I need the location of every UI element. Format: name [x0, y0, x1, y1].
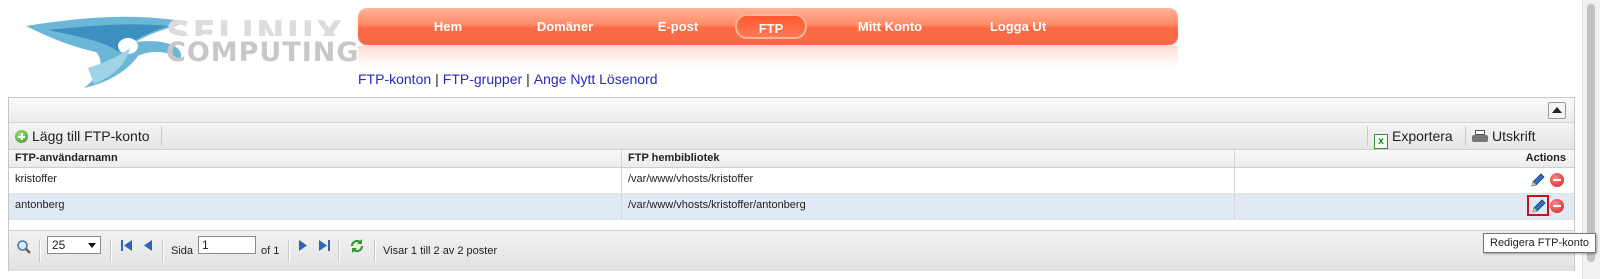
- excel-icon: x: [1374, 134, 1388, 149]
- print-label: Utskrift: [1492, 128, 1536, 144]
- export-button[interactable]: x Exportera: [1374, 126, 1453, 149]
- nav-item-logga-ut[interactable]: Logga Ut: [978, 8, 1058, 45]
- nav-item-epost[interactable]: E-post: [648, 8, 708, 45]
- nav-item-domaner[interactable]: Domäner: [525, 8, 605, 45]
- home-directory-cell: /var/www/vhosts/kristoffer/antonberg: [622, 194, 1235, 219]
- logo: SELINUX COMPUTING: [18, 8, 359, 88]
- sub-nav: FTP-konton | FTP-grupper | Ange Nytt Lösenor…: [358, 71, 658, 87]
- toolbar-divider: [1367, 126, 1368, 146]
- page-label: Sida: [171, 245, 194, 257]
- link-ftp-grupper[interactable]: FTP-grupper: [443, 71, 522, 87]
- add-ftp-account-button[interactable]: Lägg till FTP-konto: [15, 126, 150, 146]
- table-row-selected[interactable]: antonberg /var/www/vhosts/kristoffer/ant…: [9, 194, 1574, 220]
- last-page-icon[interactable]: [318, 240, 330, 251]
- add-icon: [15, 130, 28, 143]
- edit-pencil-icon[interactable]: [1530, 172, 1546, 188]
- delete-icon[interactable]: [1550, 173, 1564, 187]
- main-nav: Hem Domäner E-post FTP Mitt Konto Logga …: [358, 8, 1178, 45]
- page-number-input[interactable]: 1: [198, 236, 256, 254]
- logo-text-top: SELINUX: [166, 14, 345, 36]
- table-row[interactable]: kristoffer /var/www/vhosts/kristoffer: [9, 168, 1574, 194]
- nav-item-mitt-konto[interactable]: Mitt Konto: [845, 8, 935, 45]
- next-page-icon[interactable]: [299, 240, 307, 251]
- add-ftp-account-label: Lägg till FTP-konto: [32, 128, 150, 144]
- nav-reflection: [358, 46, 1178, 68]
- link-ange-nytt-losenord[interactable]: Ange Nytt Lösenord: [534, 71, 658, 87]
- pager-bar: 25 Sida 1 of 1 Visar 1 till 2 av 2 poste…: [9, 230, 1574, 271]
- pager-divider: [110, 240, 112, 262]
- username-cell: kristoffer: [9, 168, 622, 193]
- page-count-label: of 1: [261, 245, 280, 257]
- column-header-actions: Actions: [1525, 152, 1566, 164]
- collapse-grid-button[interactable]: [1548, 102, 1566, 119]
- column-header-username[interactable]: FTP-användarnamn: [9, 150, 622, 167]
- column-header-home-directory[interactable]: FTP hembibliotek: [622, 150, 1235, 167]
- pager-status: Visar 1 till 2 av 2 poster: [383, 245, 498, 257]
- search-icon[interactable]: [16, 239, 32, 255]
- printer-icon: [1472, 130, 1488, 143]
- toolbar-divider: [1465, 126, 1466, 146]
- export-label: Exportera: [1392, 128, 1453, 144]
- tooltip: Redigera FTP-konto: [1483, 233, 1597, 253]
- subnav-separator: |: [435, 71, 439, 87]
- subnav-separator: |: [526, 71, 530, 87]
- edit-pencil-icon[interactable]: [1527, 195, 1549, 216]
- delete-icon[interactable]: [1550, 199, 1564, 213]
- nav-item-ftp[interactable]: FTP: [735, 14, 807, 39]
- home-directory-cell: /var/www/vhosts/kristoffer: [622, 168, 1235, 193]
- previous-page-icon[interactable]: [144, 240, 152, 251]
- link-ftp-konton[interactable]: FTP-konton: [358, 71, 431, 87]
- chevron-up-icon: [1552, 107, 1562, 113]
- pager-divider: [162, 240, 164, 262]
- nav-item-hem[interactable]: Hem: [418, 8, 478, 45]
- page-size-select[interactable]: 25: [47, 236, 101, 254]
- pager-divider: [288, 240, 290, 262]
- pager-divider: [374, 240, 376, 262]
- logo-text-bottom: COMPUTING: [166, 37, 360, 68]
- scrollbar-thumb[interactable]: [1587, 4, 1595, 262]
- first-page-icon[interactable]: [121, 240, 133, 251]
- table-header: FTP-användarnamn FTP hembibliotek Action…: [9, 150, 1574, 168]
- chevron-down-icon: [88, 243, 96, 248]
- pager-divider: [39, 240, 41, 262]
- refresh-icon[interactable]: [349, 238, 365, 254]
- grid-toolbar: Lägg till FTP-konto x Exportera Utskrift: [9, 123, 1574, 150]
- page-size-value: 25: [52, 238, 66, 252]
- ftp-accounts-grid: Lägg till FTP-konto x Exportera Utskrift …: [8, 97, 1575, 271]
- actions-cell: [1235, 168, 1574, 193]
- grid-title-bar: [9, 98, 1574, 123]
- username-cell: antonberg: [9, 194, 622, 219]
- toolbar-divider: [161, 126, 162, 146]
- print-button[interactable]: Utskrift: [1472, 126, 1536, 146]
- pager-divider: [338, 240, 340, 262]
- actions-cell: [1235, 194, 1574, 219]
